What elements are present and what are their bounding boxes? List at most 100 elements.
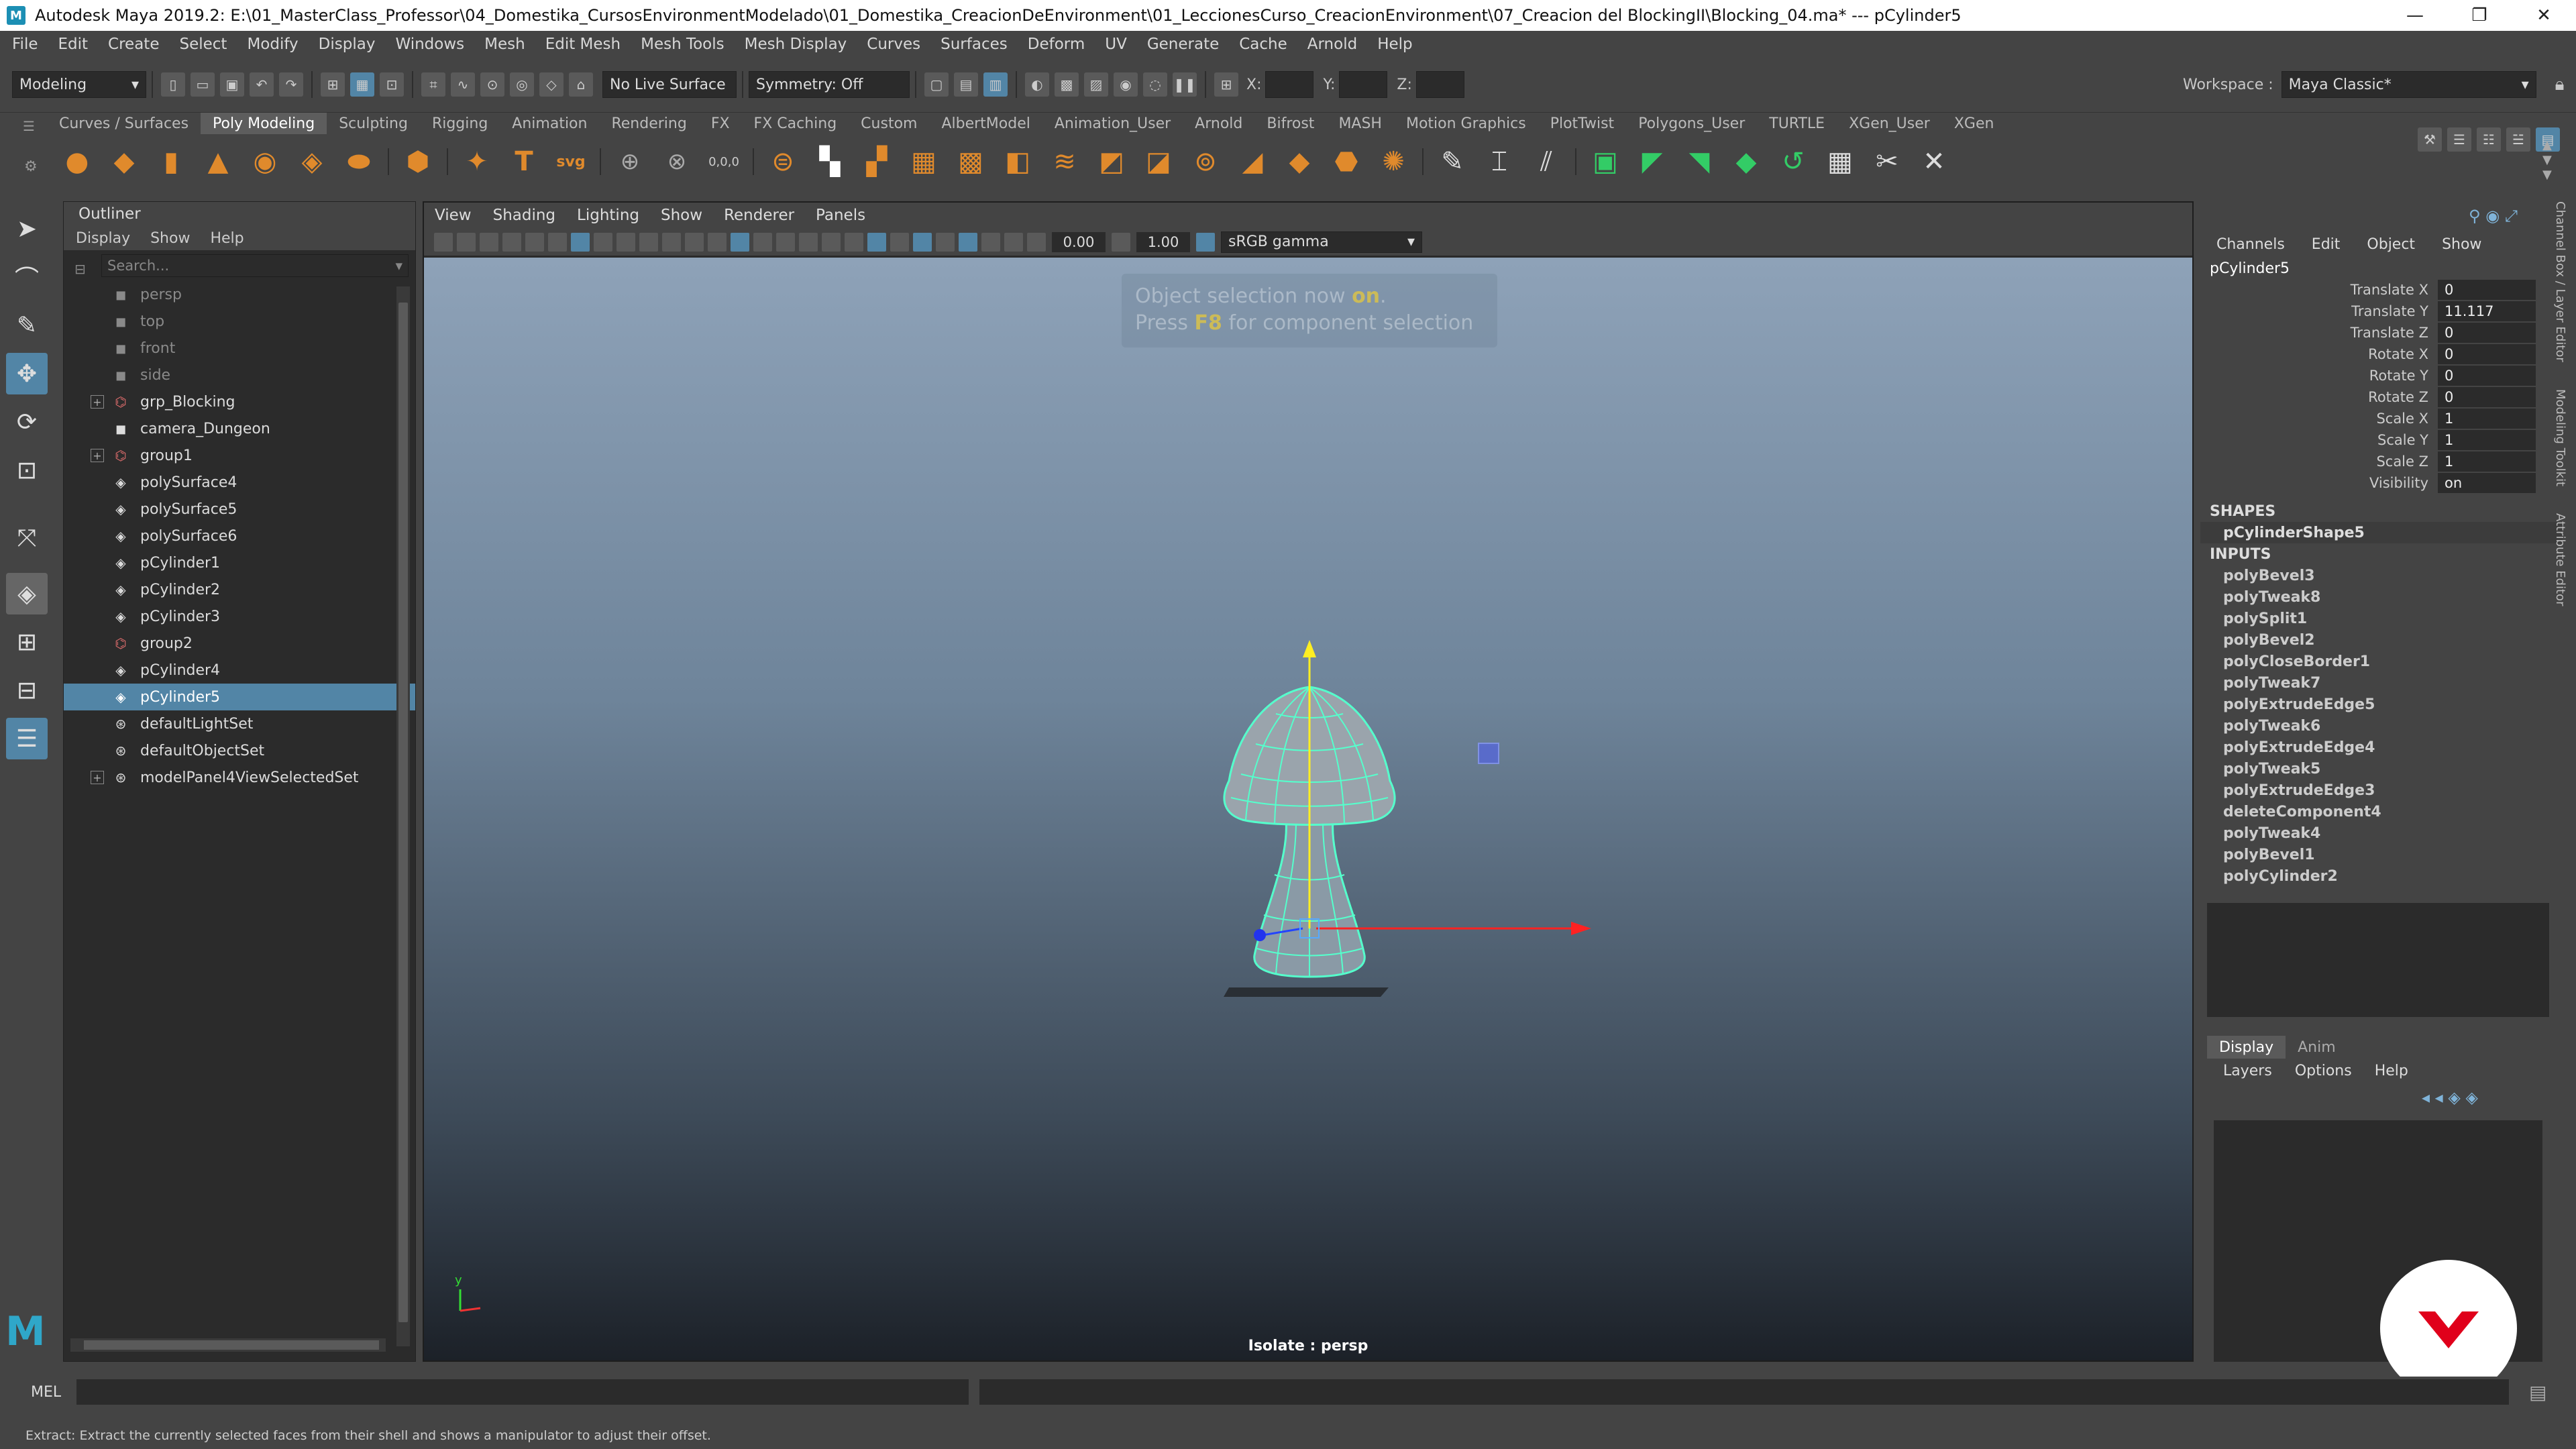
poly-plane-icon[interactable]: ◈ [294, 144, 330, 180]
attribute-row[interactable]: Scale Y1 [2200, 429, 2563, 451]
outliner-scroll-thumb[interactable] [398, 303, 408, 1322]
input-node[interactable]: polyTweak7 [2200, 672, 2563, 694]
poly-sphere-icon[interactable]: ● [59, 144, 95, 180]
outliner-item[interactable]: + ⌬ group1 [64, 442, 415, 469]
snap-curve-icon[interactable]: ∿ [451, 72, 475, 97]
attribute-row[interactable]: Visibility on [2200, 472, 2563, 494]
fill-hole-icon[interactable]: ⊚ [1187, 144, 1224, 180]
four-view-icon[interactable]: ⊞ [6, 621, 48, 663]
outliner-item[interactable]: ◈ polySurface6 [64, 523, 415, 549]
attribute-value-field[interactable]: 1 [2438, 451, 2536, 472]
channel-menu-show[interactable]: Show [2442, 236, 2481, 253]
attribute-value-field[interactable]: on [2438, 473, 2536, 493]
outliner-item[interactable]: ⊛ defaultObjectSet [64, 737, 415, 764]
attribute-row[interactable]: Translate Z0 [2200, 322, 2563, 343]
viewport-menu-show[interactable]: Show [661, 207, 702, 224]
attribute-name[interactable]: Visibility [2200, 475, 2438, 491]
menu-help[interactable]: Help [1377, 36, 1412, 53]
outliner-item[interactable]: ◈ pCylinder4 [64, 657, 415, 684]
y-input[interactable] [1339, 71, 1388, 98]
field-chart-icon[interactable] [662, 232, 681, 252]
select-tool-icon[interactable]: ➤ [6, 208, 48, 250]
shelf-tab-rigging[interactable]: Rigging [420, 113, 500, 134]
outliner-persp-layout-icon[interactable]: ⊟ [6, 669, 48, 711]
shelf-tab-albertmodel[interactable]: AlbertModel [929, 113, 1042, 134]
shelf-menu-icon[interactable]: ☰ [23, 118, 35, 134]
viewport-menu-lighting[interactable]: Lighting [577, 207, 639, 224]
snap-surface-icon[interactable]: ◇ [539, 72, 564, 97]
shelf-tab-plottwist[interactable]: PlotTwist [1538, 113, 1626, 134]
input-node[interactable]: polyBevel3 [2200, 565, 2563, 586]
menu-mesh-display[interactable]: Mesh Display [745, 36, 847, 53]
menu-select[interactable]: Select [179, 36, 227, 53]
outliner-item[interactable]: + ⊛ modelPanel4ViewSelectedSet [64, 764, 415, 791]
input-node[interactable]: polyTweak6 [2200, 715, 2563, 737]
side-tab-channel-box-layer-editor[interactable]: Channel Box / Layer Editor [2553, 201, 2567, 362]
viewport-menu-shading[interactable]: Shading [493, 207, 555, 224]
single-view-icon[interactable]: ◈ [6, 573, 48, 614]
menu-generate[interactable]: Generate [1147, 36, 1219, 53]
snap-point-icon[interactable]: ⊙ [480, 72, 504, 97]
open-scene-icon[interactable]: ▭ [191, 72, 215, 97]
wireframe-icon[interactable] [708, 232, 727, 252]
channel-menu-channels[interactable]: Channels [2216, 236, 2285, 253]
xray-joints-icon[interactable] [890, 232, 909, 252]
merge-icon[interactable]: ◢ [1234, 144, 1271, 180]
uv-auto-icon[interactable]: ◆ [1728, 144, 1764, 180]
menu-deform[interactable]: Deform [1028, 36, 1085, 53]
pause-icon[interactable]: ❚❚ [1173, 72, 1197, 97]
input-node[interactable]: polyBevel2 [2200, 629, 2563, 651]
shelf-tab-arnold[interactable]: Arnold [1183, 113, 1254, 134]
lasso-tool-icon[interactable]: ⌒ [6, 256, 48, 298]
layer-tab-display[interactable]: Display [2207, 1036, 2286, 1059]
layer-menu-options[interactable]: Options [2295, 1063, 2352, 1079]
type-tool-icon[interactable]: T [506, 144, 542, 180]
outliner-scrollbar[interactable] [396, 286, 410, 1346]
outliner-item[interactable]: ◈ pCylinder1 [64, 549, 415, 576]
input-node[interactable]: polyCylinder2 [2200, 865, 2563, 887]
hypershade-icon[interactable]: ◐ [1025, 72, 1049, 97]
poly-torus-icon[interactable]: ◉ [247, 144, 283, 180]
gamma-icon[interactable] [1112, 232, 1130, 252]
channel-box-toolbar-icons[interactable]: ⚲ ◉ ⤢ [2469, 207, 2518, 225]
shelf-settings-icon[interactable]: ⚙ [24, 158, 38, 175]
uv-sew-icon[interactable]: ✕ [1916, 144, 1952, 180]
safe-action-icon[interactable] [685, 232, 704, 252]
mirror-icon[interactable]: ◧ [1000, 144, 1036, 180]
viewport-menu-panels[interactable]: Panels [816, 207, 865, 224]
exposure-icon[interactable] [1027, 232, 1046, 252]
minimize-button[interactable]: — [2383, 0, 2447, 31]
input-node[interactable]: polyBevel1 [2200, 844, 2563, 865]
super-shape-icon[interactable]: ✦ [459, 144, 495, 180]
measure-icon[interactable]: ⊕ [612, 144, 648, 180]
platonic-solid-icon[interactable]: ⬢ [400, 144, 436, 180]
attribute-value-field[interactable]: 0 [2438, 366, 2536, 386]
menu-file[interactable]: File [12, 36, 38, 53]
transform-input-icon[interactable]: ⊞ [1214, 72, 1238, 97]
attribute-row[interactable]: Rotate X0 [2200, 343, 2563, 365]
shelf-tab-poly-modeling[interactable]: Poly Modeling [201, 113, 327, 134]
input-node[interactable]: polyExtrudeEdge3 [2200, 780, 2563, 801]
color-management-icon[interactable] [1196, 232, 1215, 252]
separate-icon[interactable]: ▚ [812, 144, 848, 180]
outliner-item[interactable]: + ⌬ grp_Blocking [64, 388, 415, 415]
menu-mesh[interactable]: Mesh [484, 36, 525, 53]
image-plane-icon[interactable] [502, 232, 521, 252]
attribute-name[interactable]: Scale Z [2200, 453, 2438, 470]
exposure-input[interactable]: 0.00 [1052, 231, 1106, 252]
extract-icon[interactable]: ▞ [859, 144, 895, 180]
poke-icon[interactable]: ✺ [1375, 144, 1411, 180]
bookmark-icon[interactable] [480, 232, 498, 252]
3d-viewport[interactable]: Object selection now on. Press F8 for co… [424, 258, 2192, 1360]
poly-disc-icon[interactable]: ⬬ [341, 144, 377, 180]
redo-icon[interactable]: ↷ [279, 72, 303, 97]
reset-transform-icon[interactable]: 0,0,0 [706, 144, 742, 180]
side-tab-modeling-toolkit[interactable]: Modeling Toolkit [2553, 389, 2567, 486]
attribute-row[interactable]: Translate X0 [2200, 279, 2563, 301]
combine-icon[interactable]: ⊜ [765, 144, 801, 180]
outliner-item[interactable]: ⌬ group2 [64, 630, 415, 657]
attribute-name[interactable]: Scale X [2200, 411, 2438, 427]
render-settings-icon[interactable]: ▥ [983, 72, 1008, 97]
side-tab-attribute-editor[interactable]: Attribute Editor [2553, 513, 2567, 606]
command-input[interactable] [76, 1379, 969, 1405]
